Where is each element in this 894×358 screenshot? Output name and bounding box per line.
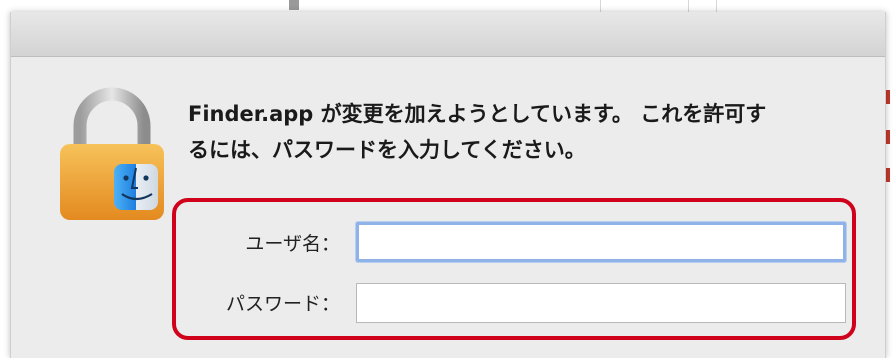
background-window-divider [600, 0, 601, 12]
lock-finder-icon [52, 86, 172, 226]
background-window [0, 0, 894, 12]
password-field[interactable] [356, 283, 846, 323]
dialog-message-line: るには、パスワードを入力してください。 [188, 138, 586, 162]
username-label: ユーザ名： [245, 233, 340, 255]
screen: Finder.app が変更を加えようとしています。 これを許可す るには、パス… [0, 0, 894, 358]
dialog-message: Finder.app が変更を加えようとしています。 これを許可す るには、パス… [188, 96, 838, 168]
background-window-divider [716, 0, 717, 12]
dialog-message-line: Finder.app が変更を加えようとしています。 これを許可す [188, 102, 767, 126]
dialog-titlebar [11, 12, 885, 57]
background-window-marker [289, 0, 299, 10]
background-edge-mark [886, 168, 890, 182]
background-edge-mark [886, 130, 890, 144]
username-field[interactable] [356, 222, 846, 262]
background-edge-mark [886, 90, 890, 104]
background-window-divider [688, 0, 689, 12]
password-label: パスワード： [225, 293, 340, 315]
